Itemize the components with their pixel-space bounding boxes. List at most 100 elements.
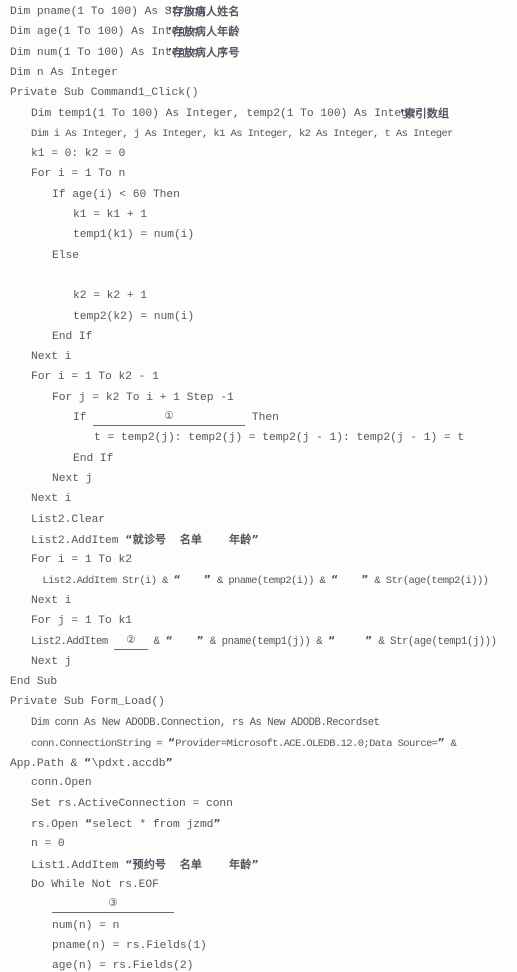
code-text: If age(i) < 60 Then [52,188,180,201]
code-text: List2.Clear [31,513,106,526]
code-line: End If [0,449,517,469]
then-keyword: Then [245,412,279,424]
code-text-cjk: ” [213,817,221,830]
code-line: age(n) = rs.Fields(2) [0,956,517,972]
code-line: k1 = 0: k2 = 0 [0,144,517,164]
additem-args-cjk: ” [196,634,204,648]
code-text: For i = 1 To k2 [31,554,132,567]
code-text: Next j [31,655,72,668]
code-text: Do While Not rs.EOF [31,878,159,891]
code-text: Next i [31,493,72,506]
blank-three-marker: ③ [108,897,118,910]
code-text-cjk: “ [173,573,181,587]
additem-args: & Str(age(temp1(j))) [372,636,497,649]
code-text: End If [52,330,93,343]
code-text: \pdxt.accdb [91,758,166,771]
code-listing-page: Dim pname(1 To 100) As String ’存放病人姓名 Dim … [0,0,517,972]
blank-spacer [10,270,17,282]
code-line: Next i [0,489,517,509]
code-line: Dim age(1 To 100) As Integer ’存放病人年龄 [0,22,517,42]
additem-args: & [147,636,166,649]
code-text-cjk: ” [437,735,445,749]
code-text: age(n) = rs.Fields(2) [52,960,194,972]
code-text: Next j [52,472,93,485]
code-line: Private Sub Command1_Click() [0,83,517,103]
code-text: Provider=Microsoft.ACE.OLEDB.12.0;Data S… [175,737,438,750]
code-line: k2 = k2 + 1 [0,286,517,306]
code-line: rs.Open “select * from jzmd” [0,814,517,834]
additem-args-cjk: “ [165,634,173,648]
code-text: Next i [31,594,72,607]
code-text: & pname(temp2(i)) & [211,575,331,588]
blank-three[interactable]: ③ [52,897,174,914]
blank-one-marker: ① [164,410,174,422]
code-line: Dim i As Integer, j As Integer, k1 As In… [0,124,517,144]
code-line: List2.AddItem Str(i) & “ ” & pname(temp2… [0,570,517,590]
code-line: Do While Not rs.EOF [0,875,517,895]
code-line: List2.AddItem “就诊号 名单 年龄” [0,530,517,550]
code-text: & Str(age(temp2(i))) [368,575,489,588]
code-line: Dim n As Integer [0,63,517,83]
code-text-cjk: ” [361,573,369,587]
code-text: t = temp2(j): temp2(j) = temp2(j - 1): t… [94,432,465,445]
code-text: pname(n) = rs.Fields(1) [52,939,207,952]
code-text: List1.AddItem [31,859,126,872]
code-line: pname(n) = rs.Fields(1) [0,936,517,956]
code-line: ③ [0,895,517,915]
code-text-cjk: 年龄” [229,532,259,546]
code-line: temp2(k2) = num(i) [0,307,517,327]
code-line: List1.AddItem “预约号 名单 年龄” [0,855,517,875]
code-text: Dim conn As New ADODB.Connection, rs As … [31,716,380,729]
code-line: If age(i) < 60 Then [0,185,517,205]
code-text: Dim i As Integer, j As Integer, k1 As In… [31,127,453,140]
code-comment: ’存放病人年龄 [168,22,240,43]
code-text-cjk: “就诊号 [125,532,167,546]
code-line: t = temp2(j): temp2(j) = temp2(j - 1): t… [0,428,517,448]
code-line: For i = 1 To k2 - 1 [0,367,517,387]
code-line: If ① Then [0,408,517,428]
code-text: conn.ConnectionString = [31,737,168,750]
code-text: k2 = k2 + 1 [73,290,148,303]
code-line: For j = k2 To i + 1 Step -1 [0,388,517,408]
code-text: Else [52,249,79,262]
code-line: List2.AddItem ② & “ ” & pname(temp1(j)) … [0,631,517,651]
code-text: App.Path & [10,758,85,771]
code-text: num(n) = n [52,919,120,932]
code-line: conn.ConnectionString = “Provider=Micros… [0,733,517,753]
code-line: Next i [0,347,517,367]
additem-args [173,636,197,648]
code-block: Dim pname(1 To 100) As String ’存放病人姓名 Dim … [0,0,517,972]
code-line [0,266,517,286]
code-text-cjk: ” [165,756,173,770]
code-text: For i = 1 To n [31,168,126,181]
code-text-cjk: 名单 [179,532,203,546]
code-comment: ’索引数组 [400,104,449,125]
code-comment: ’存放病人姓名 [168,2,240,23]
code-text: List2.AddItem Str(i) & [31,575,174,588]
code-text: conn.Open [31,777,92,790]
code-line: Dim num(1 To 100) As Integer ’存放病人序号 [0,43,517,63]
code-text: Private Sub Command1_Click() [10,87,199,100]
code-line: Else [0,246,517,266]
code-line: conn.Open [0,773,517,793]
blank-one[interactable]: ① [93,410,246,426]
code-line: Dim pname(1 To 100) As String ’存放病人姓名 [0,2,517,22]
code-text: Set rs.ActiveConnection = conn [31,797,233,810]
code-text: For j = k2 To i + 1 Step -1 [52,391,234,404]
code-text: Dim temp1(1 To 100) As Integer, temp2(1 … [31,107,422,120]
code-text: select * from jzmd [92,819,214,831]
code-line: Dim conn As New ADODB.Connection, rs As … [0,713,517,733]
code-line: For i = 1 To n [0,164,517,184]
code-line: For i = 1 To k2 [0,550,517,570]
code-text: temp2(k2) = num(i) [73,310,195,323]
code-text: k1 = 0: k2 = 0 [31,148,126,161]
code-line: Private Sub Form_Load() [0,692,517,712]
code-text-cjk: 年龄” [229,857,259,871]
code-text: k1 = k1 + 1 [73,209,148,221]
code-line: Next i [0,591,517,611]
blank-two[interactable]: ② [113,634,148,651]
code-text-cjk: 名单 [179,857,203,871]
